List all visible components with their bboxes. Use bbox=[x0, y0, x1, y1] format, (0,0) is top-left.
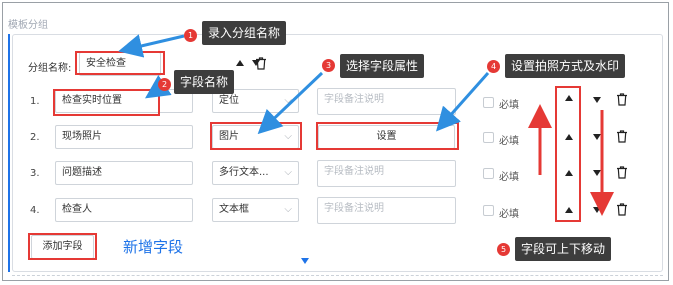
group-move-up-icon[interactable] bbox=[236, 60, 244, 66]
chevron-down-icon: ⌵ bbox=[284, 95, 292, 106]
callout-tooltip: 设置拍照方式及水印 bbox=[505, 54, 626, 78]
field-remark-input[interactable]: 字段备注说明 bbox=[317, 197, 456, 224]
required-checkbox[interactable] bbox=[483, 168, 494, 179]
required-label: 必填 bbox=[499, 209, 519, 220]
field-type-value: 文本框 bbox=[219, 204, 249, 215]
section-accent-bar bbox=[8, 34, 10, 272]
collapse-caret-icon[interactable] bbox=[301, 258, 309, 264]
group-delete-icon[interactable] bbox=[255, 57, 267, 70]
highlight-add-field bbox=[28, 233, 97, 260]
callout-tooltip: 字段可上下移动 bbox=[515, 237, 612, 261]
section-title: 模板分组 bbox=[8, 20, 48, 31]
highlight-field-name bbox=[53, 89, 160, 116]
highlight-field-type bbox=[210, 122, 302, 150]
required-label: 必填 bbox=[499, 172, 519, 183]
required-checkbox[interactable] bbox=[483, 97, 494, 108]
highlight-settings bbox=[316, 122, 459, 150]
move-down-icon[interactable] bbox=[593, 97, 601, 103]
field-type-select[interactable]: 多行文本... ⌵ bbox=[212, 161, 299, 185]
field-name-input[interactable]: 检查人 bbox=[55, 198, 193, 222]
required-label: 必填 bbox=[499, 136, 519, 147]
required-checkbox[interactable] bbox=[483, 205, 494, 216]
callout-tooltip: 选择字段属性 bbox=[340, 54, 425, 78]
field-name-input[interactable]: 现场照片 bbox=[55, 125, 193, 149]
callout-badge: 1 bbox=[184, 29, 197, 42]
field-index: 3. bbox=[30, 168, 40, 179]
chevron-down-icon: ⌵ bbox=[284, 167, 292, 178]
callout-badge: 3 bbox=[322, 59, 335, 72]
delete-icon[interactable] bbox=[616, 203, 628, 216]
group-name-label: 分组名称: bbox=[28, 63, 72, 74]
callout-badge: 4 bbox=[487, 60, 500, 73]
highlight-move-controls bbox=[555, 86, 581, 222]
field-type-value: 多行文本... bbox=[219, 167, 269, 178]
field-index: 2. bbox=[30, 132, 40, 143]
add-field-hint: 新增字段 bbox=[123, 238, 184, 256]
field-name-input[interactable]: 问题描述 bbox=[55, 161, 193, 185]
field-remark-input[interactable]: 字段备注说明 bbox=[317, 88, 456, 115]
field-type-value: 定位 bbox=[219, 95, 239, 106]
field-index: 1. bbox=[30, 96, 40, 107]
highlight-group-name bbox=[75, 51, 165, 75]
delete-icon[interactable] bbox=[616, 130, 628, 143]
callout-tooltip: 字段名称 bbox=[174, 70, 235, 94]
callout-badge: 2 bbox=[158, 78, 171, 91]
delete-icon[interactable] bbox=[616, 166, 628, 179]
callout-tooltip: 录入分组名称 bbox=[202, 21, 287, 45]
move-down-icon[interactable] bbox=[593, 134, 601, 140]
move-down-icon[interactable] bbox=[593, 207, 601, 213]
chevron-down-icon: ⌵ bbox=[284, 204, 292, 215]
callout-badge: 5 bbox=[497, 243, 510, 256]
delete-icon[interactable] bbox=[616, 93, 628, 106]
section-divider bbox=[12, 275, 663, 276]
field-index: 4. bbox=[30, 205, 40, 216]
required-checkbox[interactable] bbox=[483, 132, 494, 143]
field-remark-input[interactable]: 字段备注说明 bbox=[317, 160, 456, 187]
required-label: 必填 bbox=[499, 100, 519, 111]
field-type-select[interactable]: 文本框 ⌵ bbox=[212, 198, 299, 222]
move-down-icon[interactable] bbox=[593, 170, 601, 176]
